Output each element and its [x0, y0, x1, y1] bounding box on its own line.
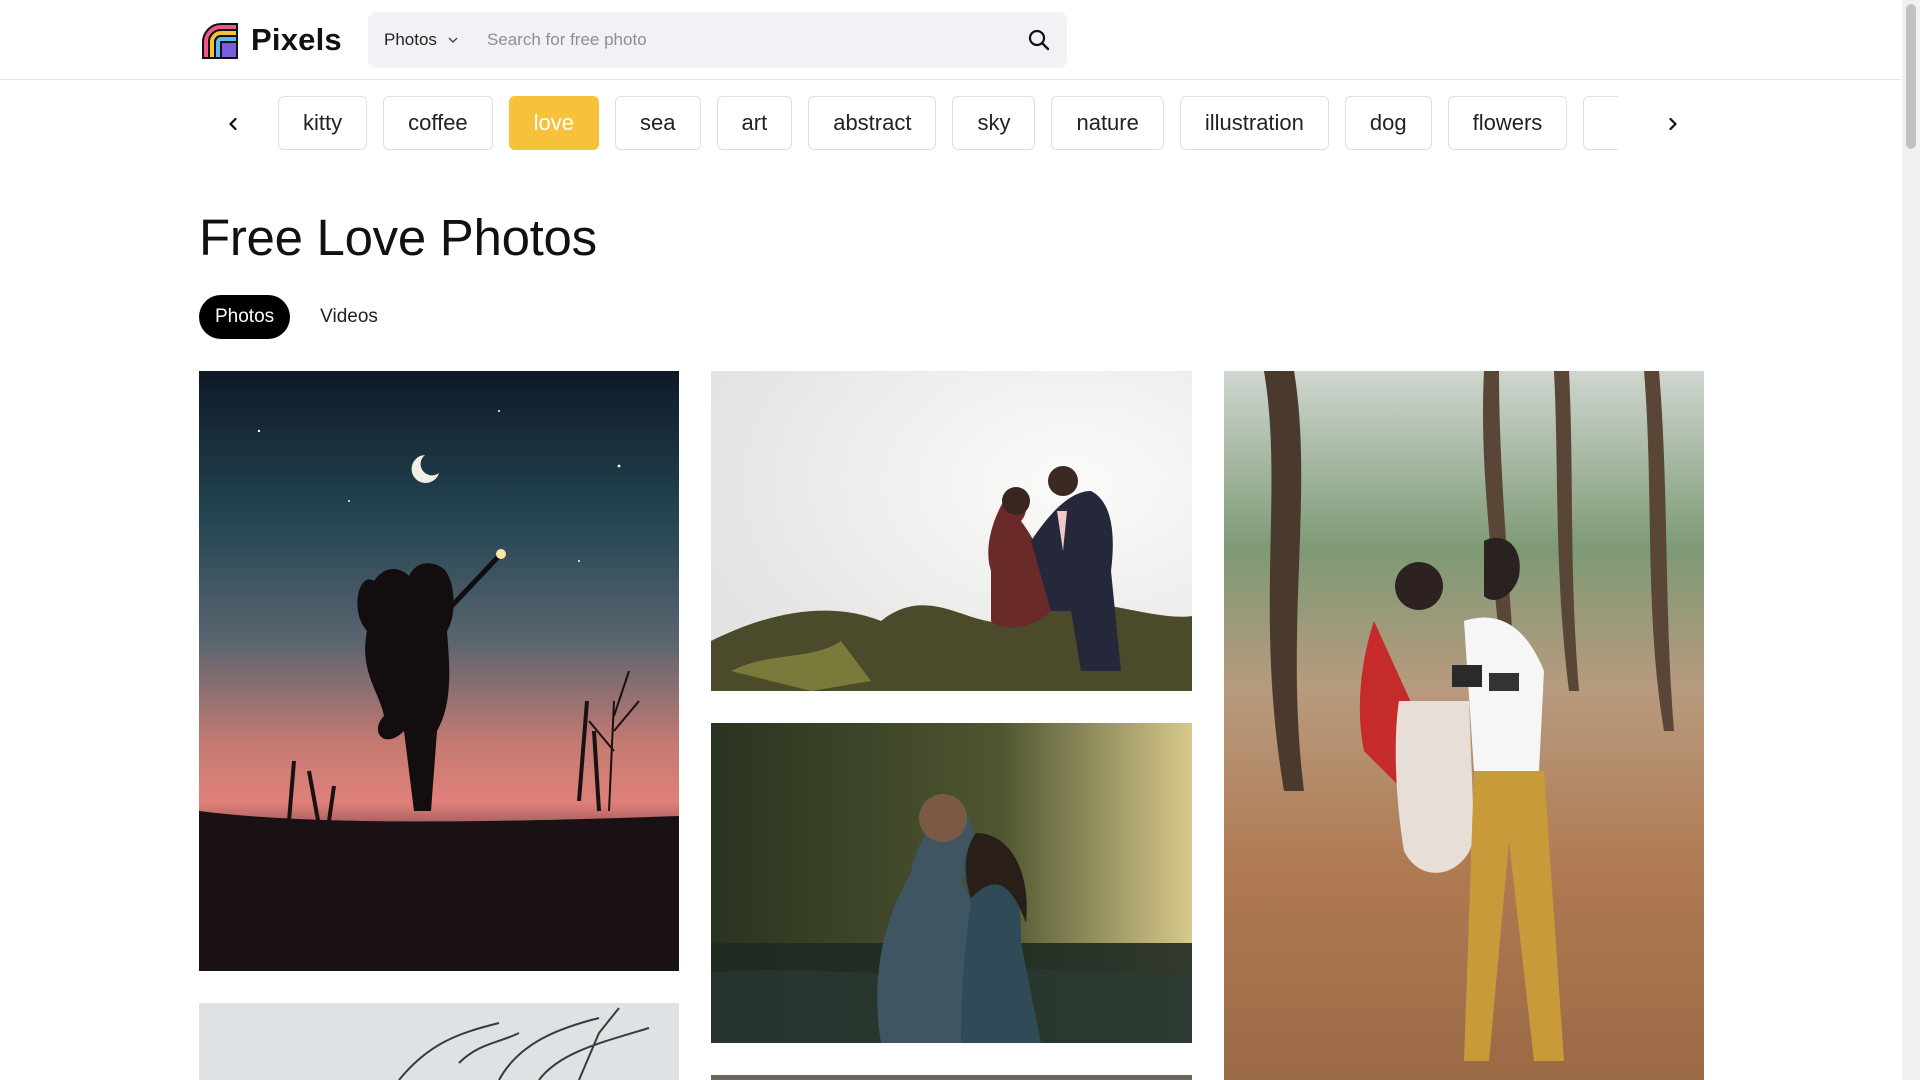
category-chip-partial[interactable] — [1583, 96, 1618, 150]
photo-partial — [711, 1075, 1192, 1080]
photo-card-couple-hill[interactable] — [711, 371, 1192, 691]
category-chip[interactable]: nature — [1051, 96, 1164, 150]
chevron-left-icon — [229, 117, 237, 131]
photo-couple-forest — [1224, 371, 1704, 1080]
photo-couple-silhouette — [199, 371, 679, 971]
carousel-next-button[interactable] — [1645, 96, 1701, 152]
category-chip-active[interactable]: love — [508, 96, 600, 150]
search-input[interactable] — [478, 12, 1011, 68]
page-scrollbar[interactable] — [1902, 0, 1920, 1080]
category-chip[interactable]: coffee — [383, 96, 493, 150]
photo-couple-hill — [711, 371, 1192, 691]
photo-card-couple-silhouette[interactable] — [199, 371, 679, 971]
tab-photos[interactable]: Photos — [199, 295, 291, 339]
category-chip[interactable]: sky — [952, 96, 1036, 150]
top-header: Pixels Photos — [0, 0, 1902, 80]
tab-videos[interactable]: Videos — [304, 295, 394, 339]
category-chip[interactable]: abstract — [808, 96, 937, 150]
scrollbar-thumb[interactable] — [1906, 4, 1916, 149]
search-icon — [1028, 29, 1050, 51]
page-title: Free Love Photos — [199, 209, 597, 266]
rainbow-logo-icon — [202, 23, 238, 59]
photo-card-partial[interactable] — [711, 1075, 1192, 1080]
carousel-prev-button[interactable] — [205, 96, 261, 152]
search-bar: Photos — [368, 12, 1067, 68]
category-chip[interactable]: sea — [615, 96, 701, 150]
media-type-tabs: Photos Videos — [199, 295, 394, 339]
brand-name: Pixels — [251, 22, 342, 57]
photo-card-couple-forest[interactable] — [1224, 371, 1704, 1080]
category-chip-list: kitty coffee love sea art abstract sky n… — [278, 96, 1618, 152]
chevron-right-icon — [1669, 117, 1677, 131]
search-type-dropdown[interactable]: Photos — [368, 12, 479, 68]
chevron-down-icon — [448, 37, 458, 43]
search-button[interactable] — [1011, 12, 1067, 68]
photo-card-couple-lake[interactable] — [711, 723, 1192, 1043]
category-chip[interactable]: flowers — [1447, 96, 1568, 150]
search-type-label: Photos — [384, 30, 437, 49]
category-chip[interactable]: illustration — [1179, 96, 1329, 150]
brand-logo[interactable]: Pixels — [199, 20, 342, 60]
photo-bare-trees — [199, 1003, 679, 1080]
category-chip[interactable]: kitty — [278, 96, 368, 150]
category-carousel: kitty coffee love sea art abstract sky n… — [199, 96, 1705, 152]
photo-couple-lake — [711, 723, 1192, 1043]
category-chip[interactable]: art — [716, 96, 793, 150]
category-chip[interactable]: dog — [1344, 96, 1432, 150]
photo-card-bare-trees[interactable] — [199, 1003, 679, 1080]
